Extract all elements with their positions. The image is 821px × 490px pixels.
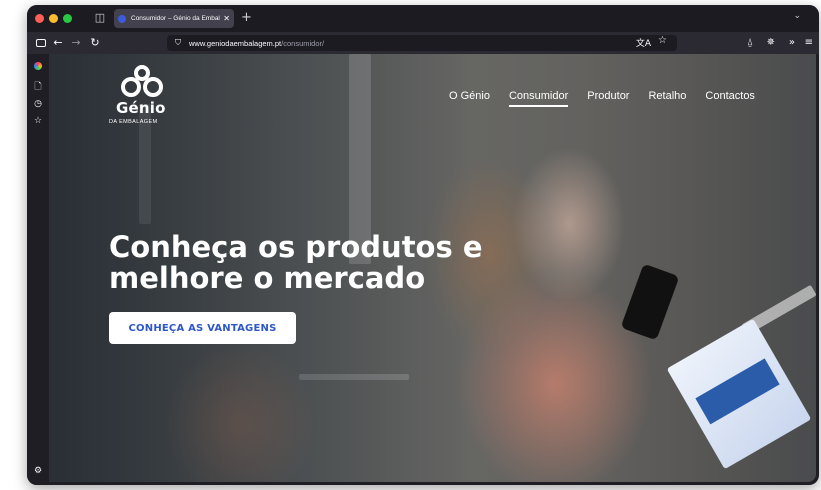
tab-list-icon[interactable]: ◫ bbox=[93, 11, 107, 25]
nav-link-o-genio[interactable]: O Génio bbox=[449, 90, 490, 102]
nav-link-produtor[interactable]: Produtor bbox=[587, 90, 629, 102]
translate-icon[interactable]: 文A bbox=[636, 36, 651, 49]
zoom-window-button[interactable] bbox=[63, 14, 72, 23]
back-arrow-icon[interactable]: ← bbox=[50, 35, 66, 51]
synced-tabs-icon[interactable]: 🗋 bbox=[32, 81, 44, 93]
ai-chatbot-icon[interactable] bbox=[32, 62, 44, 74]
favicon-icon bbox=[118, 14, 126, 23]
hero-heading: Conheça os produtos e melhore o mercado bbox=[109, 232, 549, 294]
logo-mark-icon bbox=[121, 65, 163, 97]
nav-link-contactos[interactable]: Contactos bbox=[705, 90, 755, 102]
forward-arrow-icon[interactable]: → bbox=[68, 35, 84, 51]
url-path: /consumidor/ bbox=[281, 38, 325, 48]
hero-heading-line-1: Conheça os produtos e bbox=[109, 230, 483, 264]
tab-title: Consumidor – Génio da Embalagem bbox=[131, 15, 220, 22]
tab-consumidor[interactable]: Consumidor – Génio da Embalagem ✕ bbox=[114, 9, 234, 28]
chevron-down-icon[interactable]: ⌄ bbox=[793, 11, 801, 21]
close-window-button[interactable] bbox=[35, 14, 44, 23]
ai-dot bbox=[34, 62, 42, 70]
minimize-window-button[interactable] bbox=[49, 14, 58, 23]
nav-link-retalho[interactable]: Retalho bbox=[648, 90, 686, 102]
extensions-icon[interactable]: ⍙ bbox=[747, 35, 753, 51]
close-tab-icon[interactable]: ✕ bbox=[223, 14, 230, 23]
tab-strip: ◫ Consumidor – Génio da Embalagem ✕ + ⌄ bbox=[27, 5, 819, 32]
logo-wordmark: Génio bbox=[116, 99, 166, 117]
site-navigation: O Génio Consumidor Produtor Retalho Cont… bbox=[449, 90, 774, 107]
sidebar-icon bbox=[36, 39, 46, 47]
shield-icon[interactable]: ⛉ bbox=[175, 38, 181, 48]
page-content: Génio DA EMBALAGEM O Génio Consumidor Pr… bbox=[49, 54, 816, 482]
address-bar[interactable]: ⛉ www.geniodaembalagem.pt/consumidor/ 文A… bbox=[167, 35, 677, 51]
navigation-toolbar: ← → ↻ ⛉ www.geniodaembalagem.pt/consumid… bbox=[27, 32, 819, 54]
new-tab-button[interactable]: + bbox=[241, 10, 252, 26]
history-icon[interactable]: ◷ bbox=[32, 98, 44, 110]
overflow-icon[interactable]: » bbox=[789, 35, 795, 51]
url-host: www.geniodaembalagem.pt bbox=[189, 38, 282, 48]
sidebar-toggle-button[interactable] bbox=[33, 35, 49, 51]
browser-window: ◫ Consumidor – Génio da Embalagem ✕ + ⌄ … bbox=[27, 5, 819, 485]
nav-link-consumidor[interactable]: Consumidor bbox=[508, 90, 569, 107]
bookmark-star-icon[interactable]: ☆ bbox=[658, 35, 667, 46]
browser-sidebar: 🗋 ◷ ☆ ⚙ bbox=[27, 54, 49, 485]
reload-icon[interactable]: ↻ bbox=[87, 35, 103, 51]
puzzle-icon[interactable]: ✵ bbox=[767, 35, 775, 51]
gear-icon[interactable]: ⚙ bbox=[32, 465, 44, 477]
site-logo[interactable]: Génio DA EMBALAGEM bbox=[109, 64, 179, 134]
bookmarks-icon[interactable]: ☆ bbox=[32, 115, 44, 127]
cta-button[interactable]: CONHEÇA AS VANTAGENS bbox=[109, 312, 296, 344]
hamburger-menu-icon[interactable]: ≡ bbox=[805, 35, 813, 51]
logo-subtitle: DA EMBALAGEM bbox=[109, 119, 158, 125]
hero-heading-line-2: melhore o mercado bbox=[109, 261, 426, 295]
